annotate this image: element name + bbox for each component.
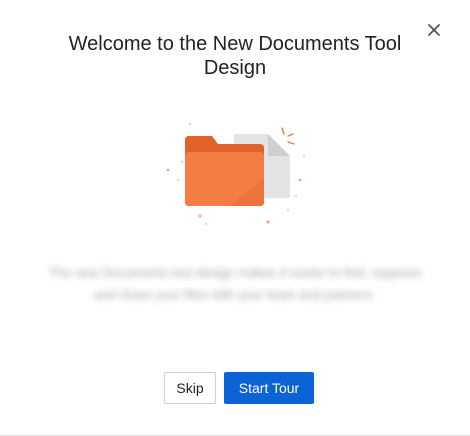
start-tour-button[interactable]: Start Tour	[224, 372, 314, 404]
skip-button[interactable]: Skip	[164, 372, 216, 404]
folder-shape	[185, 136, 264, 206]
folder-with-document-icon	[166, 122, 306, 226]
dialog-description: The new Documents tool design makes it e…	[48, 265, 422, 302]
welcome-dialog: Welcome to the New Documents Tool Design	[0, 0, 470, 436]
sparkle-lines	[281, 127, 295, 145]
dialog-title: Welcome to the New Documents Tool Design	[68, 33, 402, 79]
